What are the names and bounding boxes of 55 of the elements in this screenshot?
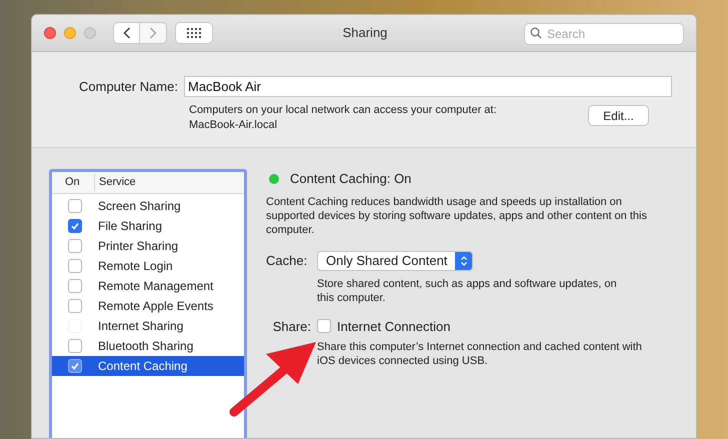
service-name: Bluetooth Sharing	[98, 338, 194, 355]
cache-popup-button[interactable]: Only Shared Content	[317, 250, 474, 270]
service-row[interactable]: Remote Apple Events	[52, 296, 244, 316]
chevron-right-icon	[149, 27, 157, 39]
network-note: Computers on your local network can access your computer at:	[189, 103, 497, 118]
service-name: Remote Management	[98, 278, 214, 295]
field-label: Cache:	[266, 252, 308, 270]
service-name: Screen Sharing	[98, 198, 181, 215]
close-button[interactable]	[44, 27, 56, 39]
checkbox[interactable]	[68, 339, 82, 353]
checkmark-icon	[70, 221, 80, 231]
checkbox[interactable]	[68, 199, 82, 213]
search-field[interactable]: Search	[524, 23, 684, 45]
computer-name-field[interactable]: MacBook Air	[184, 76, 672, 97]
share-note: Share this computer’s Internet connection and cached content with iOS devices connected using USB.	[317, 340, 643, 368]
window-title: Sharing	[342, 24, 388, 42]
field-label: Share:	[272, 318, 312, 336]
stepper-arrows-icon	[460, 254, 468, 266]
service-name: Printer Sharing	[98, 238, 178, 255]
service-row[interactable]: Remote Login	[52, 256, 244, 276]
status-title: Content Caching: On	[290, 170, 412, 188]
checkbox[interactable]	[68, 239, 82, 253]
service-name: Remote Login	[98, 258, 173, 275]
grid-icon	[187, 28, 201, 38]
checkbox-label: Internet Connection	[337, 318, 450, 336]
description: Content Caching reduces bandwidth usage and speeds up installation on supported devices by storing software updates, apps and other content on this computer.	[266, 194, 648, 236]
search-icon	[530, 27, 542, 39]
chevron-left-icon	[122, 27, 130, 39]
checkbox[interactable]	[317, 319, 331, 334]
service-row[interactable]: Printer Sharing	[52, 236, 244, 256]
checkbox[interactable]	[68, 279, 82, 293]
checkmark-icon	[70, 361, 80, 371]
checkbox[interactable]	[68, 259, 82, 273]
service-name: File Sharing	[98, 218, 162, 235]
service-row[interactable]: File Sharing	[52, 216, 244, 236]
service-row[interactable]: Remote Management	[52, 276, 244, 296]
minimize-button[interactable]	[64, 27, 76, 39]
service-row[interactable]: Bluetooth Sharing	[52, 336, 244, 356]
service-name: Internet Sharing	[98, 318, 184, 335]
service-name: Remote Apple Events	[98, 298, 214, 315]
zoom-button[interactable]	[84, 27, 96, 39]
service-row[interactable]: Content Caching	[52, 356, 244, 376]
checkbox[interactable]	[68, 219, 82, 233]
service-name: Content Caching	[98, 358, 188, 375]
back-button[interactable]	[113, 22, 140, 44]
checkbox[interactable]	[68, 299, 82, 313]
show-all-button[interactable]	[175, 22, 213, 44]
column-header: On	[52, 174, 95, 191]
cache-note: Store shared content, such as apps and software updates, on this computer.	[317, 276, 617, 304]
field-label: Computer Name:	[79, 78, 178, 96]
column-header: Service	[98, 175, 136, 190]
checkbox[interactable]	[68, 359, 82, 373]
edit-button[interactable]: Edit...	[588, 105, 649, 126]
network-address: MacBook-Air.local	[189, 118, 278, 133]
service-row[interactable]: Screen Sharing	[52, 196, 244, 216]
